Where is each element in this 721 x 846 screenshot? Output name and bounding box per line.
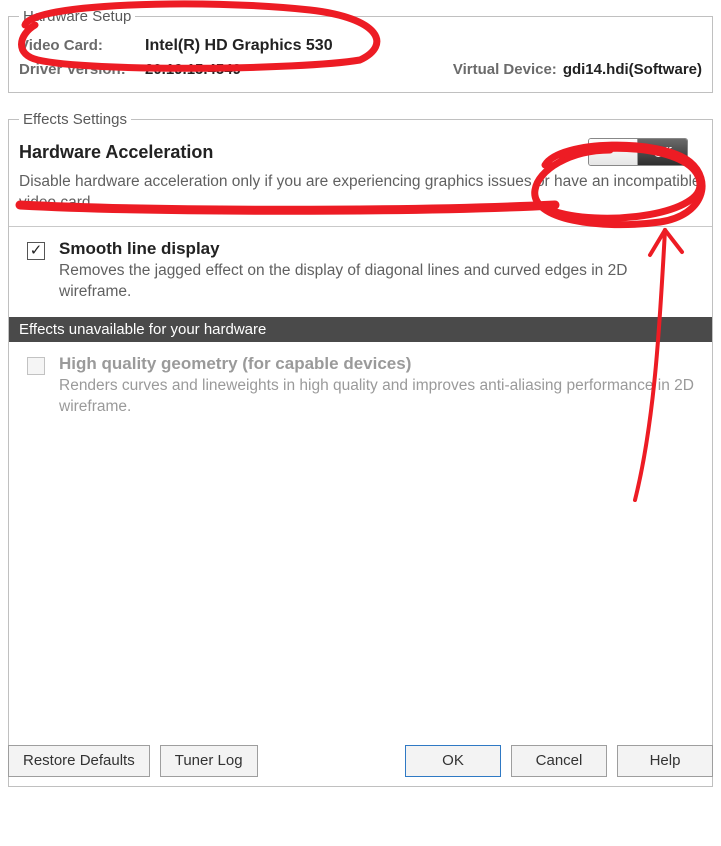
driver-virtual-row: Driver Version: 20.19.15.4549 Virtual De… <box>19 61 702 78</box>
help-button[interactable]: Help <box>617 745 713 777</box>
smooth-line-row: Smooth line display Removes the jagged e… <box>19 227 702 317</box>
high-quality-geometry-checkbox <box>27 357 45 375</box>
hardware-acceleration-toggle[interactable]: Off <box>588 138 688 166</box>
restore-defaults-button[interactable]: Restore Defaults <box>8 745 150 777</box>
hardware-setup-group: Hardware Setup Video Card: Intel(R) HD G… <box>8 8 713 93</box>
hardware-acceleration-description: Disable hardware acceleration only if yo… <box>19 172 702 214</box>
virtual-device-value: gdi14.hdi(Software) <box>563 61 702 78</box>
virtual-device-label: Virtual Device: <box>453 61 557 78</box>
driver-version-value: 20.19.15.4549 <box>145 61 241 78</box>
smooth-line-description: Removes the jagged effect on the display… <box>59 261 698 303</box>
high-quality-geometry-title: High quality geometry (for capable devic… <box>59 354 698 374</box>
smooth-line-checkbox[interactable] <box>27 242 45 260</box>
high-quality-geometry-description: Renders curves and lineweights in high q… <box>59 376 698 418</box>
dialog-button-row: Restore Defaults Tuner Log OK Cancel Hel… <box>8 745 713 777</box>
cancel-button[interactable]: Cancel <box>511 745 607 777</box>
smooth-line-title: Smooth line display <box>59 239 698 259</box>
video-card-label: Video Card: <box>19 37 139 54</box>
toggle-knob <box>589 139 638 165</box>
ok-button[interactable]: OK <box>405 745 501 777</box>
effects-settings-group: Effects Settings Hardware Acceleration O… <box>8 111 713 787</box>
hardware-acceleration-title: Hardware Acceleration <box>19 142 213 163</box>
video-card-row: Video Card: Intel(R) HD Graphics 530 <box>19 37 702 55</box>
hardware-setup-legend: Hardware Setup <box>19 8 135 25</box>
tuner-log-button[interactable]: Tuner Log <box>160 745 258 777</box>
high-quality-geometry-row: High quality geometry (for capable devic… <box>19 342 702 432</box>
driver-version-label: Driver Version: <box>19 61 139 78</box>
toggle-state-label: Off <box>638 139 687 165</box>
effects-settings-legend: Effects Settings <box>19 111 131 128</box>
video-card-value: Intel(R) HD Graphics 530 <box>145 37 333 55</box>
effects-unavailable-header: Effects unavailable for your hardware <box>9 317 712 342</box>
